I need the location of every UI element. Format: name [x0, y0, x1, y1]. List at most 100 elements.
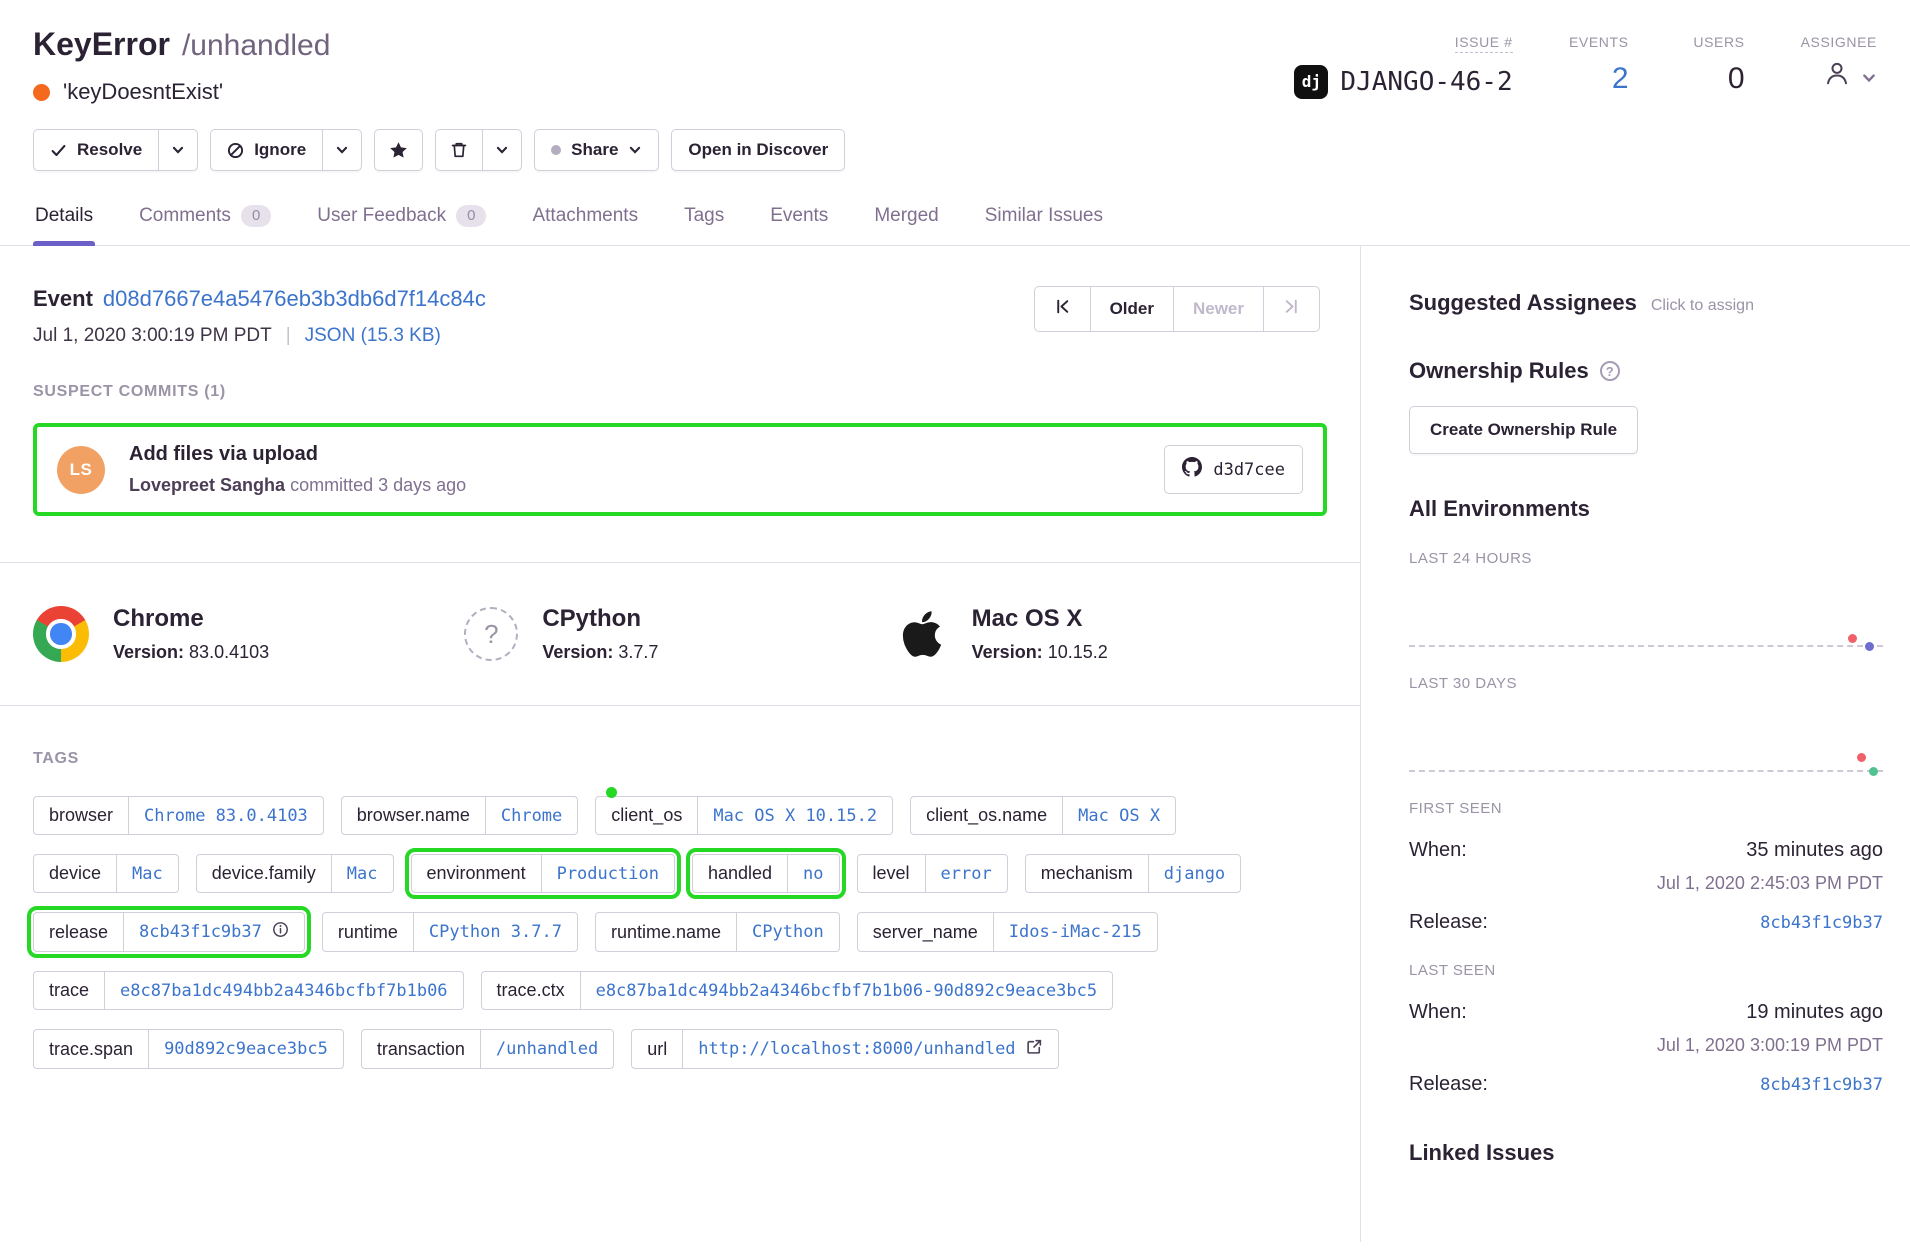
tag-pill-level: level error [857, 854, 1008, 893]
version-value: 3.7.7 [618, 642, 658, 662]
tag-key: runtime.name [596, 913, 736, 951]
tag-key: browser.name [342, 797, 485, 834]
tag-key: level [858, 855, 925, 892]
suspect-commits-section: SUSPECT COMMITS (1) LS Add files via upl… [0, 383, 1360, 562]
delete-dropdown-button[interactable] [482, 129, 522, 171]
resolve-button[interactable]: Resolve [33, 129, 159, 171]
tag-value-link[interactable]: /unhandled [480, 1030, 613, 1068]
commit-sha-text: d3d7cee [1213, 460, 1285, 480]
tag-value-link[interactable]: Mac OS X 10.15.2 [697, 797, 892, 834]
ignore-dropdown-button[interactable] [322, 129, 362, 171]
apple-icon [896, 608, 948, 660]
commit-title: Add files via upload [129, 443, 1140, 466]
share-status-dot [551, 145, 561, 155]
tab-label: Merged [874, 205, 938, 227]
skip-next-icon [1283, 298, 1300, 320]
commit-author: Lovepreet Sangha [129, 475, 285, 495]
tab-events[interactable]: Events [768, 197, 830, 245]
tab-user-feedback[interactable]: User Feedback0 [315, 197, 488, 245]
oldest-event-button[interactable] [1034, 286, 1091, 332]
chrome-icon [33, 606, 89, 662]
help-icon[interactable]: ? [1600, 361, 1620, 381]
tag-pill-trace-span: trace.span 90d892c9eace3bc5 [33, 1029, 344, 1069]
context-os: Mac OS X Version: 10.15.2 [896, 605, 1327, 663]
tag-value-link[interactable]: Mac [331, 855, 393, 892]
resolve-dropdown-button[interactable] [158, 129, 198, 171]
last-seen-release-link[interactable]: 8cb43f1c9b37 [1760, 1075, 1883, 1095]
first-seen-release-link[interactable]: 8cb43f1c9b37 [1760, 913, 1883, 933]
commit-row: LS Add files via upload Lovepreet Sangha… [57, 443, 1303, 496]
tag-value-link[interactable]: django [1148, 855, 1240, 892]
tag-value-link[interactable]: Mac [116, 855, 178, 892]
linked-issues-heading: Linked Issues [1409, 1140, 1883, 1166]
tag-key: runtime [323, 913, 413, 951]
tag-value-link[interactable]: e8c87ba1dc494bb2a4346bcfbf7b1b06 [104, 972, 463, 1009]
tag-pill-mechanism: mechanism django [1025, 854, 1241, 893]
action-toolbar: Resolve Ignore [33, 129, 1877, 171]
last-seen-heading: LAST SEEN [1409, 962, 1883, 979]
create-ownership-rule-button[interactable]: Create Ownership Rule [1409, 406, 1638, 454]
tags-heading: TAGS [33, 750, 1327, 768]
tag-value-link[interactable]: Chrome 83.0.4103 [128, 797, 323, 834]
ignore-button[interactable]: Ignore [210, 129, 323, 171]
when-label: When: [1409, 1001, 1467, 1024]
external-link-icon[interactable] [1026, 1038, 1043, 1060]
release-label: Release: [1409, 911, 1488, 934]
events-count[interactable]: 2 [1612, 62, 1629, 96]
github-icon [1182, 457, 1202, 482]
tag-pill-device-family: device.family Mac [196, 854, 394, 893]
assignee-selector[interactable] [1822, 58, 1877, 96]
users-count[interactable]: 0 [1728, 62, 1745, 96]
tag-value-link[interactable]: CPython 3.7.7 [413, 913, 577, 951]
tag-value-link[interactable]: e8c87ba1dc494bb2a4346bcfbf7b1b06-90d892c… [580, 972, 1113, 1009]
delete-button[interactable] [435, 129, 483, 171]
tab-label: Attachments [532, 205, 638, 227]
stat-events: EVENTS 2 [1569, 34, 1629, 99]
bookmark-star-button[interactable] [374, 129, 423, 171]
newest-event-button[interactable] [1263, 286, 1320, 332]
open-in-discover-button[interactable]: Open in Discover [671, 129, 845, 171]
tab-merged[interactable]: Merged [872, 197, 940, 245]
tag-value-link[interactable]: 90d892c9eace3bc5 [148, 1030, 343, 1068]
older-event-button[interactable]: Older [1090, 286, 1174, 332]
chevron-down-icon [335, 143, 349, 157]
tab-similar-issues[interactable]: Similar Issues [983, 197, 1105, 245]
tag-value-link[interactable]: Production [541, 855, 674, 892]
first-seen-relative-time: 35 minutes ago [1746, 839, 1883, 862]
tab-tags[interactable]: Tags [682, 197, 726, 245]
event-id-link[interactable]: d08d7667e4a5476eb3b3db6d7f14c84c [103, 286, 486, 312]
issue-culprit: 'keyDoesntExist' [33, 79, 330, 105]
tag-value-link[interactable]: no [787, 855, 838, 892]
last-24-hours-label: LAST 24 HOURS [1409, 550, 1883, 567]
info-icon[interactable] [272, 921, 289, 943]
newer-event-button[interactable]: Newer [1173, 286, 1264, 332]
share-button-label: Share [571, 140, 618, 160]
divider: | [286, 325, 291, 347]
tag-value-link[interactable]: error [925, 855, 1007, 892]
commit-sha-button[interactable]: d3d7cee [1164, 445, 1303, 494]
tag-value-link[interactable]: Chrome [485, 797, 577, 834]
issue-short-id[interactable]: dj DJANGO-46-2 [1294, 65, 1512, 99]
commit-meta-text: committed 3 days ago [290, 475, 466, 495]
tag-value-link[interactable]: Idos-iMac-215 [993, 913, 1157, 951]
tag-key: client_os.name [911, 797, 1062, 834]
tag-key: browser [34, 797, 128, 834]
tab-label: Comments [139, 205, 231, 227]
tab-details[interactable]: Details [33, 197, 95, 245]
issue-title-block: KeyError /unhandled 'keyDoesntExist' [33, 26, 330, 105]
check-icon [50, 142, 67, 159]
tab-label: Tags [684, 205, 724, 227]
tag-value-link[interactable]: http://localhost:8000/unhandled [682, 1030, 1057, 1068]
tag-key: trace.span [34, 1030, 148, 1068]
event-json-link[interactable]: JSON (15.3 KB) [305, 325, 441, 347]
tag-value-link[interactable]: CPython [736, 913, 839, 951]
sparkline-point [1857, 753, 1866, 762]
tag-value-link[interactable]: Mac OS X [1062, 797, 1175, 834]
tag-value-link[interactable]: 8cb43f1c9b37 [123, 913, 304, 951]
share-button[interactable]: Share [534, 129, 659, 171]
stat-issue-id: ISSUE # dj DJANGO-46-2 [1294, 34, 1512, 99]
tab-comments[interactable]: Comments0 [137, 197, 273, 245]
issue-number-label: ISSUE # [1455, 34, 1513, 53]
issue-short-id-text: DJANGO-46-2 [1340, 65, 1512, 99]
tab-attachments[interactable]: Attachments [530, 197, 640, 245]
